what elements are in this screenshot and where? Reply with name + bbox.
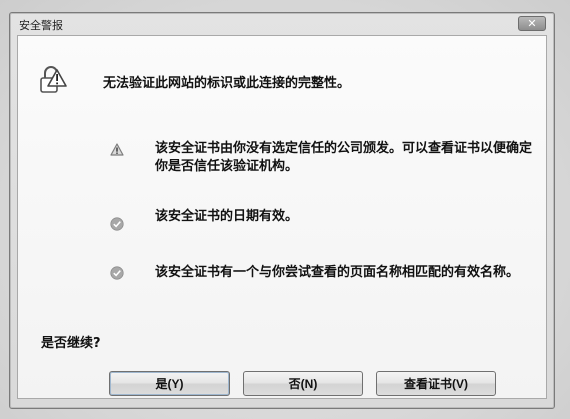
check-circle-icon <box>110 217 124 231</box>
security-alert-dialog: 安全警报 ✕ 无法验证此网站的标识或此连接的完整性。 该安全证书由你没有选定信任… <box>9 12 555 409</box>
window-title: 安全警报 <box>19 19 63 32</box>
close-button[interactable]: ✕ <box>518 16 546 31</box>
no-button[interactable]: 否(N) <box>243 371 363 396</box>
yes-button[interactable]: 是(Y) <box>109 371 230 396</box>
close-icon: ✕ <box>527 17 537 30</box>
headline: 无法验证此网站的标识或此连接的完整性。 <box>103 76 351 91</box>
continue-prompt: 是否继续? <box>41 336 101 351</box>
item-text: 该安全证书由你没有选定信任的公司颁发。可以查看证书以便确定你是否信任该验证机构。 <box>155 141 533 174</box>
item-text: 该安全证书的日期有效。 <box>155 209 299 224</box>
check-circle-icon <box>110 266 124 280</box>
view-certificate-button[interactable]: 查看证书(V) <box>376 371 496 396</box>
dialog-content: 无法验证此网站的标识或此连接的完整性。 该安全证书由你没有选定信任的公司颁发。可… <box>17 35 547 399</box>
title-bar[interactable]: 安全警报 ✕ <box>10 13 554 35</box>
item-text: 该安全证书有一个与你尝试查看的页面名称相匹配的有效名称。 <box>155 265 520 280</box>
warning-triangle-icon <box>110 143 124 156</box>
security-warning-icon <box>40 66 67 93</box>
